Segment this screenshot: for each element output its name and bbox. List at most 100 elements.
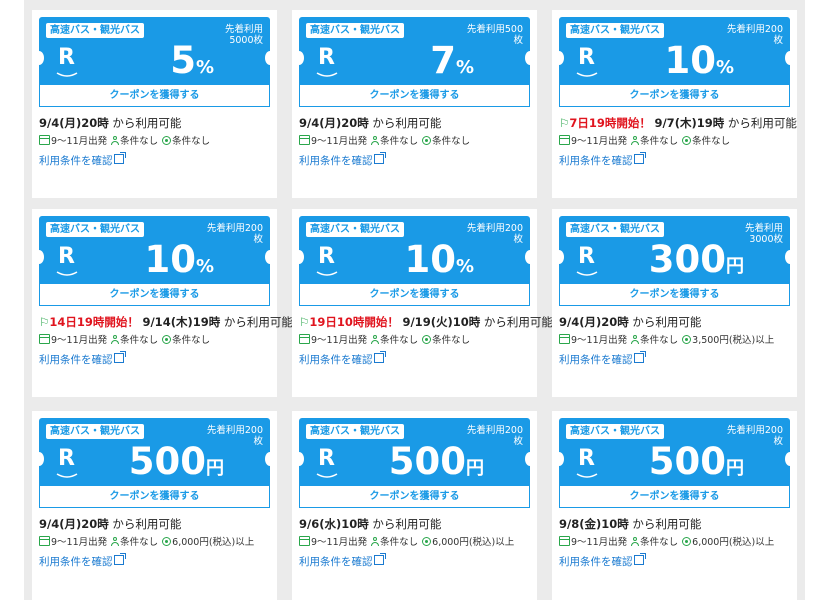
available-datetime: 9/4(月)20時 (39, 517, 109, 531)
terms-label: 利用条件を確認 (299, 155, 373, 167)
conditions-row: 9～11月出発 条件なし 6,000円(税込)以上 (39, 536, 270, 549)
condition-2: 条件なし (692, 136, 731, 147)
person-icon (631, 537, 640, 546)
availability-suffix: から利用可能 (108, 116, 182, 130)
coupon-ticket: 高速バス・観光バス 先着利用200枚 R 500円 (299, 418, 530, 486)
discount-amount: 300円 (649, 238, 744, 284)
conditions-row: 9～11月出発 条件なし 6,000円(税込)以上 (299, 536, 530, 549)
availability-suffix: から利用可能 (368, 517, 442, 531)
terms-link[interactable]: 利用条件を確認 (559, 152, 790, 168)
discount-value: 7 (430, 39, 456, 82)
person-icon (111, 335, 120, 344)
available-datetime: 9/19(火)10時 (402, 315, 481, 329)
terms-link[interactable]: 利用条件を確認 (39, 152, 270, 168)
circle-check-icon (162, 335, 172, 344)
terms-link[interactable]: 利用条件を確認 (299, 152, 530, 168)
availability-suffix: から利用可能 (628, 517, 702, 531)
get-coupon-button[interactable]: クーポンを獲得する (559, 284, 790, 306)
availability-suffix: から利用可能 (724, 116, 797, 130)
category-label: 高速バス・観光バス (306, 424, 404, 439)
get-coupon-button[interactable]: クーポンを獲得する (559, 85, 790, 107)
condition-1: 条件なし (120, 136, 159, 147)
category-label: 高速バス・観光バス (566, 222, 664, 237)
person-icon (631, 136, 640, 145)
terms-link[interactable]: 利用条件を確認 (559, 553, 790, 569)
ticket-notch (559, 250, 564, 264)
ticket-notch (299, 452, 304, 466)
ticket-notch (559, 51, 564, 65)
circle-check-icon (422, 335, 432, 344)
discount-unit: % (195, 57, 214, 78)
external-link-icon (113, 553, 126, 565)
ticket-notch (265, 250, 270, 264)
get-coupon-button[interactable]: クーポンを獲得する (39, 284, 270, 306)
terms-link[interactable]: 利用条件を確認 (299, 351, 530, 367)
condition-1: 条件なし (640, 537, 679, 548)
get-coupon-button[interactable]: クーポンを獲得する (39, 85, 270, 107)
flag-icon: ⚐ (299, 315, 310, 329)
get-coupon-button[interactable]: クーポンを獲得する (299, 486, 530, 508)
coupon-card: 高速バス・観光バス 先着利用200枚 R 10% クーポンを獲得する ⚐7日19… (552, 10, 797, 198)
condition-2: 条件なし (172, 335, 211, 346)
circle-check-icon (162, 136, 172, 145)
departure-period: 9～11月出発 (311, 335, 368, 346)
calendar-icon (559, 536, 570, 546)
ticket-notch (525, 51, 530, 65)
coupon-card: 高速バス・観光バス 先着利用3000枚 R 300円 クーポンを獲得する 9/4… (552, 209, 797, 397)
ticket-notch (265, 452, 270, 466)
coupon-card: 高速バス・観光バス 先着利用200枚 R 500円 クーポンを獲得する 9/4(… (32, 411, 277, 600)
terms-link[interactable]: 利用条件を確認 (39, 351, 270, 367)
availability: 9/4(月)20時 から利用可能 (299, 116, 530, 130)
ticket-notch (299, 250, 304, 264)
availability-suffix: から利用可能 (108, 517, 182, 531)
terms-label: 利用条件を確認 (559, 354, 633, 366)
coupon-card: 高速バス・観光バス 先着利用200枚 R 10% クーポンを獲得する ⚐14日1… (32, 209, 293, 397)
coupon-ticket: 高速バス・観光バス 先着利用200枚 R 500円 (39, 418, 270, 486)
availability: 9/6(水)10時 から利用可能 (299, 517, 530, 531)
condition-1: 条件なし (640, 335, 679, 346)
ticket-notch (785, 452, 790, 466)
discount-amount: 10% (404, 238, 474, 284)
terms-label: 利用条件を確認 (39, 556, 113, 568)
coupon-card: 高速バス・観光バス 先着利用200枚 R 500円 クーポンを獲得する 9/6(… (292, 411, 537, 600)
available-datetime: 9/8(金)10時 (559, 517, 629, 531)
calendar-icon (39, 334, 50, 344)
discount-unit: % (455, 256, 474, 277)
terms-link[interactable]: 利用条件を確認 (559, 351, 790, 367)
discount-value: 500 (648, 440, 726, 483)
person-icon (631, 335, 640, 344)
external-link-icon (113, 152, 126, 164)
departure-period: 9～11月出発 (571, 136, 628, 147)
get-coupon-button[interactable]: クーポンを獲得する (559, 486, 790, 508)
terms-link[interactable]: 利用条件を確認 (39, 553, 270, 569)
flag-icon: ⚐ (39, 315, 50, 329)
external-link-icon (373, 351, 386, 363)
rakuten-r-logo-icon: R (318, 244, 335, 269)
terms-label: 利用条件を確認 (559, 155, 633, 167)
calendar-icon (299, 536, 310, 546)
person-icon (111, 537, 120, 546)
get-coupon-button[interactable]: クーポンを獲得する (39, 486, 270, 508)
circle-check-icon (682, 335, 692, 344)
person-icon (371, 335, 380, 344)
terms-link[interactable]: 利用条件を確認 (299, 553, 530, 569)
person-icon (371, 537, 380, 546)
get-coupon-button[interactable]: クーポンを獲得する (299, 85, 530, 107)
get-coupon-button[interactable]: クーポンを獲得する (299, 284, 530, 306)
discount-value: 10 (144, 238, 196, 281)
coupon-card: 高速バス・観光バス 先着利用500枚 R 7% クーポンを獲得する 9/4(月)… (292, 10, 537, 198)
start-notice: ⚐7日19時開始！ (559, 116, 654, 130)
terms-label: 利用条件を確認 (299, 556, 373, 568)
start-notice-text: 19日10時開始！ (309, 315, 399, 329)
availability: 9/4(月)20時 から利用可能 (39, 116, 270, 130)
logo-swoosh-icon (56, 72, 78, 77)
logo-swoosh-icon (576, 72, 598, 77)
available-datetime: 9/4(月)20時 (559, 315, 629, 329)
condition-1: 条件なし (380, 335, 419, 346)
start-notice: ⚐14日19時開始！ (39, 315, 142, 329)
discount-unit: % (715, 57, 734, 78)
rakuten-r-logo-icon: R (58, 244, 75, 269)
available-datetime: 9/4(月)20時 (39, 116, 109, 130)
ticket-notch (39, 452, 44, 466)
departure-period: 9～11月出発 (51, 335, 108, 346)
